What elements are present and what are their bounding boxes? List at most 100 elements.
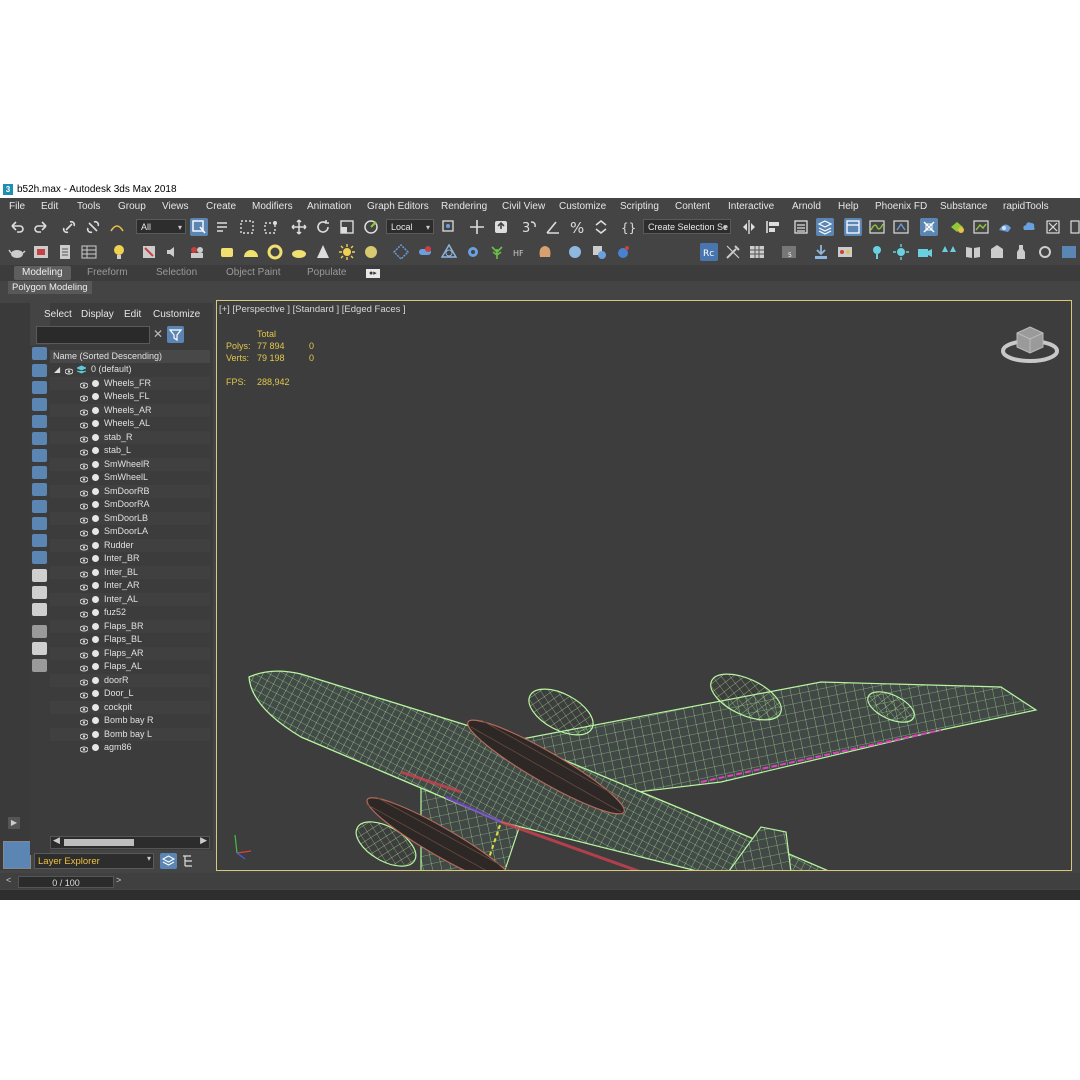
object-row[interactable]: Flaps_AL: [50, 660, 210, 674]
object-row[interactable]: Wheels_AL: [50, 417, 210, 431]
output-icon[interactable]: 5: [780, 243, 798, 261]
render-dot-icon[interactable]: [92, 501, 99, 508]
prev-frame-icon[interactable]: <: [6, 875, 11, 885]
visibility-eye-icon[interactable]: [79, 663, 89, 672]
display-geometry-icon[interactable]: [32, 364, 47, 377]
reference-coord-dropdown[interactable]: Local: [386, 219, 434, 235]
visibility-eye-icon[interactable]: [79, 515, 89, 523]
expand-arrow-icon[interactable]: ▶: [8, 817, 20, 829]
display-containers-icon[interactable]: [32, 517, 47, 530]
render-dot-icon[interactable]: [92, 636, 99, 643]
render-dot-icon[interactable]: [92, 622, 99, 630]
explorer-menu-customize[interactable]: Customize: [153, 309, 200, 320]
render-dot-icon[interactable]: [92, 609, 99, 616]
menu-create[interactable]: Create: [206, 198, 236, 215]
render-dot-icon[interactable]: [92, 487, 99, 495]
visibility-eye-icon[interactable]: [79, 704, 89, 712]
angle-snap-icon[interactable]: [544, 218, 562, 236]
object-row[interactable]: Wheels_AR: [50, 403, 210, 417]
render-dot-icon[interactable]: [92, 744, 99, 751]
render-dot-icon[interactable]: [92, 555, 99, 562]
tree-icon[interactable]: [940, 243, 958, 261]
layer-visibility-icon[interactable]: [64, 366, 74, 375]
material-editor-icon[interactable]: [920, 218, 938, 236]
bottle-icon[interactable]: [1012, 243, 1030, 261]
perspective-viewport[interactable]: [+] [Perspective ] [Standard ] [Edged Fa…: [216, 300, 1072, 871]
track-bar[interactable]: [0, 890, 1080, 900]
filter-options-icon[interactable]: [32, 625, 47, 638]
percent-snap-icon[interactable]: %: [568, 218, 586, 236]
hierarchy-icon[interactable]: [181, 853, 195, 869]
object-row[interactable]: Door_L: [50, 687, 210, 701]
tab-selection[interactable]: Selection: [156, 266, 197, 280]
object-row[interactable]: Inter_AR: [50, 579, 210, 593]
render-to-texture-icon[interactable]: [140, 243, 158, 261]
menu-graph-editors[interactable]: Graph Editors: [367, 198, 429, 215]
object-row[interactable]: SmDoorLB: [50, 511, 210, 525]
collapse-arrow-icon[interactable]: ◢: [54, 363, 60, 377]
display-frozen-icon[interactable]: [32, 534, 47, 547]
ribbon-options-icon[interactable]: ●▸: [366, 269, 380, 278]
toggle-scene-explorer-icon[interactable]: [792, 218, 810, 236]
rotate-icon[interactable]: [314, 218, 332, 236]
visibility-eye-icon[interactable]: [79, 461, 89, 469]
visibility-eye-icon[interactable]: [79, 393, 89, 402]
ball-icon[interactable]: [614, 243, 632, 261]
visibility-eye-icon[interactable]: [79, 582, 89, 591]
visibility-eye-icon[interactable]: [79, 596, 89, 604]
render-frame-icon[interactable]: [32, 243, 50, 261]
film-icon[interactable]: [188, 243, 206, 261]
menu-customize[interactable]: Customize: [559, 198, 606, 215]
select-object-icon[interactable]: [190, 218, 208, 236]
foliage-icon[interactable]: [488, 243, 506, 261]
menu-group[interactable]: Group: [118, 198, 146, 215]
unlink-icon[interactable]: [84, 218, 102, 236]
object-row[interactable]: Flaps_AR: [50, 646, 210, 660]
render-dot-icon[interactable]: [92, 433, 99, 441]
polygon-modeling-label[interactable]: Polygon Modeling: [8, 281, 92, 294]
object-row[interactable]: Inter_AL: [50, 592, 210, 606]
filter-icon[interactable]: [167, 326, 184, 343]
wrench-icon[interactable]: [724, 243, 742, 261]
render-dot-icon[interactable]: [92, 406, 99, 414]
schematic-view-icon[interactable]: [892, 218, 910, 236]
render-dot-icon[interactable]: [92, 379, 99, 387]
keyboard-shortcut-icon[interactable]: [492, 218, 510, 236]
teapot-icon[interactable]: [8, 243, 26, 261]
book-icon[interactable]: [964, 243, 982, 261]
clear-search-icon[interactable]: ✕: [153, 327, 163, 341]
object-row[interactable]: Inter_BL: [50, 565, 210, 579]
object-row[interactable]: SmDoorLA: [50, 525, 210, 539]
display-cameras-icon[interactable]: [32, 415, 47, 428]
display-none-icon[interactable]: [32, 586, 47, 599]
tab-populate[interactable]: Populate: [307, 266, 346, 280]
object-row[interactable]: SmDoorRA: [50, 498, 210, 512]
render-dot-icon[interactable]: [92, 717, 99, 724]
visibility-eye-icon[interactable]: [79, 474, 89, 483]
render-dot-icon[interactable]: [92, 595, 99, 603]
next-frame-icon[interactable]: >: [116, 875, 121, 885]
render-in-cloud-icon[interactable]: [1020, 218, 1038, 236]
link-icon[interactable]: [60, 218, 78, 236]
render-dot-icon[interactable]: [92, 460, 99, 468]
visibility-eye-icon[interactable]: [79, 731, 89, 739]
camera-icon[interactable]: [916, 243, 934, 261]
visibility-eye-icon[interactable]: [79, 447, 89, 456]
panel-icon[interactable]: [1060, 243, 1078, 261]
menu-tools[interactable]: Tools: [77, 198, 100, 215]
display-space-warps-icon[interactable]: [32, 449, 47, 462]
tab-freeform[interactable]: Freeform: [87, 266, 128, 280]
menu-animation[interactable]: Animation: [307, 198, 351, 215]
display-hidden-icon[interactable]: [32, 551, 47, 564]
align-icon[interactable]: [764, 218, 782, 236]
scale-icon[interactable]: [338, 218, 356, 236]
object-row[interactable]: SmDoorRB: [50, 484, 210, 498]
undo-icon[interactable]: [8, 218, 26, 236]
torus-icon[interactable]: [266, 243, 284, 261]
menu-help[interactable]: Help: [838, 198, 859, 215]
mirror-icon[interactable]: [740, 218, 758, 236]
render-dot-icon[interactable]: [92, 730, 99, 738]
sun-icon[interactable]: [338, 243, 356, 261]
display-shapes-icon[interactable]: [32, 381, 47, 394]
visibility-eye-icon[interactable]: [79, 609, 89, 618]
